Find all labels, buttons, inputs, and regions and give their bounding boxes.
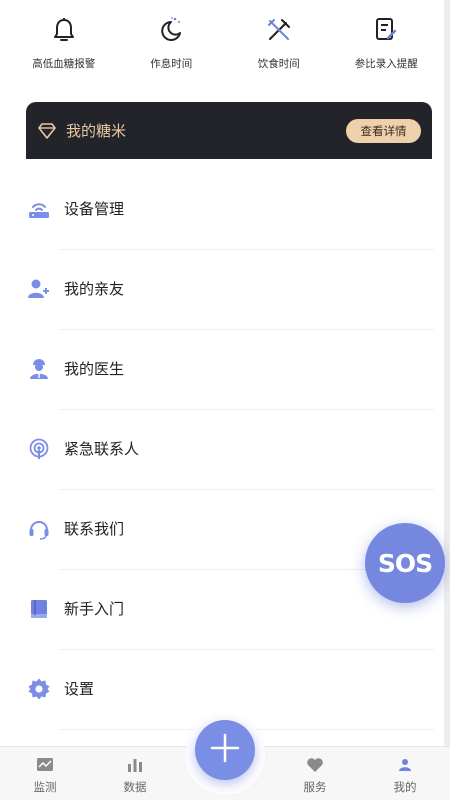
tab-data[interactable]: 数据 xyxy=(100,747,170,800)
moon-icon xyxy=(155,14,187,46)
tab-mine[interactable]: 我的 xyxy=(370,747,440,800)
menu-item-my-friends[interactable]: 我的亲友 xyxy=(0,250,444,330)
menu-list: 设备管理 我的亲友 我的医生 紧急联系人 联系我们 新手入门 设置 xyxy=(0,170,444,730)
banner-title: 我的糖米 xyxy=(66,122,127,140)
person-icon xyxy=(395,755,415,775)
plus-icon xyxy=(210,733,240,767)
shortcut-sleep-schedule[interactable]: 作息时间 xyxy=(118,14,226,84)
menu-label: 我的亲友 xyxy=(64,280,125,298)
edit-note-icon xyxy=(370,14,402,46)
diamond-icon xyxy=(38,122,56,140)
tab-label: 监测 xyxy=(33,780,57,794)
shortcut-glucose-alarm[interactable]: 高低血糖报警 xyxy=(10,14,118,84)
shortcut-label: 饮食时间 xyxy=(257,58,300,70)
utensils-icon xyxy=(263,14,295,46)
sos-button[interactable]: SOS xyxy=(365,523,445,603)
menu-label: 紧急联系人 xyxy=(64,440,140,458)
view-details-button[interactable]: 查看详情 xyxy=(346,119,421,143)
menu-label: 我的医生 xyxy=(64,360,125,378)
add-friend-icon xyxy=(28,278,50,300)
menu-label: 新手入门 xyxy=(64,600,125,618)
shortcut-label: 参比录入提醒 xyxy=(354,58,418,70)
tab-service[interactable]: 服务 xyxy=(280,747,350,800)
member-banner[interactable]: 我的糖米 查看详情 xyxy=(26,102,432,159)
tab-monitor[interactable]: 监测 xyxy=(10,747,80,800)
bar-chart-icon xyxy=(125,755,145,775)
menu-item-emergency-contact[interactable]: 紧急联系人 xyxy=(0,410,444,490)
headset-icon xyxy=(28,518,50,540)
tab-label: 我的 xyxy=(393,780,417,794)
menu-label: 联系我们 xyxy=(64,520,125,538)
shortcut-reference-reminder[interactable]: 参比录入提醒 xyxy=(333,14,441,84)
tab-label: 服务 xyxy=(303,780,327,794)
heart-hand-icon xyxy=(305,755,325,775)
shortcut-meal-time[interactable]: 饮食时间 xyxy=(225,14,333,84)
shortcut-row: 高低血糖报警 作息时间 饮食时间 参比录入提醒 xyxy=(10,14,440,84)
router-icon xyxy=(28,198,50,220)
shortcut-label: 作息时间 xyxy=(150,58,193,70)
broadcast-icon xyxy=(28,438,50,460)
menu-item-device-management[interactable]: 设备管理 xyxy=(0,170,444,250)
bell-icon xyxy=(48,14,80,46)
menu-item-my-doctor[interactable]: 我的医生 xyxy=(0,330,444,410)
shortcut-label: 高低血糖报警 xyxy=(32,58,96,70)
menu-label: 设置 xyxy=(64,680,95,698)
menu-label: 设备管理 xyxy=(64,200,125,218)
scroll-edge xyxy=(444,0,450,800)
tab-label: 数据 xyxy=(123,780,147,794)
add-button[interactable] xyxy=(195,720,255,780)
monitor-icon xyxy=(35,755,55,775)
book-icon xyxy=(28,598,50,620)
doctor-icon xyxy=(28,358,50,380)
settings-icon xyxy=(28,678,50,700)
